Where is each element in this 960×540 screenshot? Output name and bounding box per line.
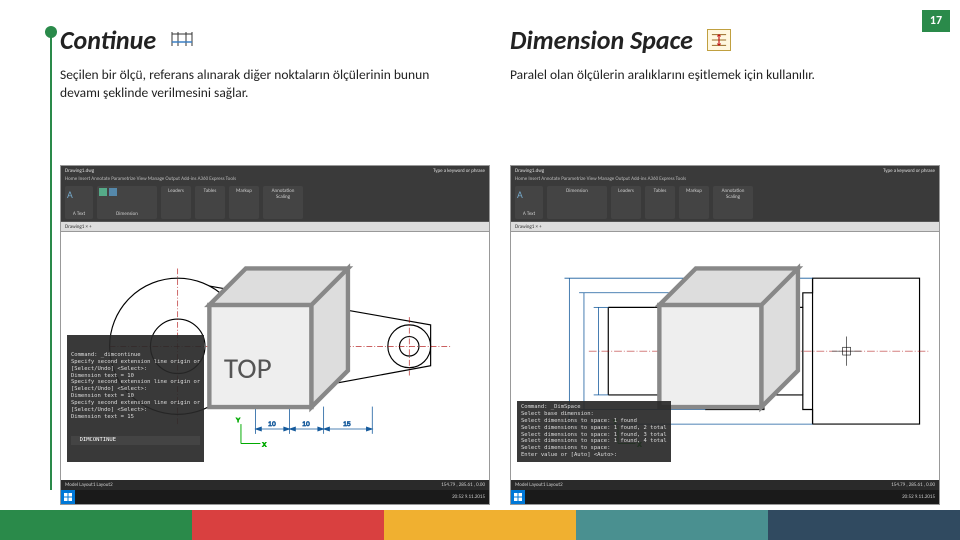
start-button[interactable] [511, 490, 525, 504]
autocad-screenshot-left: Drawing1.dwg Type a keyword or phrase Ho… [60, 165, 490, 505]
drawing-canvas-left[interactable]: 10 10 15 YX TOP Command: _dimcontinue Sp… [61, 232, 489, 480]
file-tabs[interactable]: Drawing1 × + [511, 222, 939, 232]
command-window: Command: _DimSpace Select base dimension… [517, 401, 671, 462]
left-column: Continue Seçilen bir ölçü, referans alın… [60, 24, 490, 102]
coord-readout: 154.79 , 285.61 , 0.00 [441, 482, 485, 488]
layout-tabs[interactable]: Model Layout1 Layout2 [65, 482, 113, 488]
layout-tabs[interactable]: Model Layout1 Layout2 [515, 482, 563, 488]
screenshots-row: Drawing1.dwg Type a keyword or phrase Ho… [60, 165, 940, 505]
timeline-line [50, 30, 52, 490]
status-bar: Model Layout1 Layout2 154.79 , 285.61 , … [511, 480, 939, 490]
cad-window-title: Drawing1.dwg [65, 168, 94, 174]
footer-bar [192, 510, 384, 540]
ribbon-panel-annoscale[interactable]: Annotation Scaling [265, 188, 301, 200]
file-tabs[interactable]: Drawing1 × + [61, 222, 489, 232]
autocad-screenshot-right: Drawing1.dwg Type a keyword or phrase Ho… [510, 165, 940, 505]
ribbon-panel-leaders[interactable]: Leaders [163, 188, 189, 194]
ribbon: AA Text Dimension Leaders Tables Markup … [61, 184, 489, 222]
continue-icon [170, 29, 194, 51]
left-title: Continue [60, 24, 156, 56]
footer-color-bars [0, 510, 960, 540]
dimspace-icon [707, 29, 731, 51]
coord-readout: 154.79 , 285.61 , 0.00 [891, 482, 935, 488]
cad-window-title: Drawing1.dwg [515, 168, 544, 174]
drawing-canvas-right[interactable]: YX Command: _DimSpace Select base dimens… [511, 232, 939, 480]
left-desc: Seçilen bir ölçü, referans alınarak diğe… [60, 66, 430, 102]
command-window: Command: _dimcontinue Specify second ext… [67, 335, 204, 462]
footer-bar [0, 510, 192, 540]
right-title: Dimension Space [510, 24, 693, 56]
footer-bar [768, 510, 960, 540]
taskbar-clock: 20:52 9.11.2015 [452, 494, 485, 500]
ribbon-panel-tables[interactable]: Tables [647, 188, 673, 194]
command-input[interactable]: DIMCONTINUE [71, 436, 200, 445]
start-button[interactable] [61, 490, 75, 504]
footer-bar [576, 510, 768, 540]
footer-bar [384, 510, 576, 540]
ribbon-panel-leaders[interactable]: Leaders [613, 188, 639, 194]
ribbon-panel-text[interactable]: A Text [67, 211, 91, 217]
ribbon: AA Text Dimension Leaders Tables Markup … [511, 184, 939, 222]
slide-header-row: Continue Seçilen bir ölçü, referans alın… [60, 24, 940, 102]
ribbon-panel-annoscale[interactable]: Annotation Scaling [715, 188, 751, 200]
ribbon-panel-dimension[interactable]: Dimension [99, 211, 155, 217]
right-column: Dimension Space Paralel olan ölçülerin a… [510, 24, 940, 102]
ribbon-panel-tables[interactable]: Tables [197, 188, 223, 194]
cad-search-hint: Type a keyword or phrase [433, 168, 485, 174]
ribbon-panel-dimension[interactable]: Dimension [549, 188, 605, 194]
ribbon-panel-text[interactable]: A Text [517, 211, 541, 217]
taskbar-clock: 20:52 9.11.2015 [902, 494, 935, 500]
windows-taskbar[interactable]: 20:52 9.11.2015 [61, 490, 489, 504]
ribbon-tabs[interactable]: Home Insert Annotate Parametrize View Ma… [61, 176, 489, 184]
windows-taskbar[interactable]: 20:52 9.11.2015 [511, 490, 939, 504]
cad-search-hint: Type a keyword or phrase [883, 168, 935, 174]
svg-text:TOP: TOP [224, 350, 272, 386]
ribbon-tabs[interactable]: Home Insert Annotate Parametrize View Ma… [511, 176, 939, 184]
status-bar: Model Layout1 Layout2 154.79 , 285.61 , … [61, 480, 489, 490]
right-desc: Paralel olan ölçülerin aralıklarını eşit… [510, 66, 940, 84]
ribbon-panel-markup[interactable]: Markup [681, 188, 707, 194]
ribbon-panel-markup[interactable]: Markup [231, 188, 257, 194]
